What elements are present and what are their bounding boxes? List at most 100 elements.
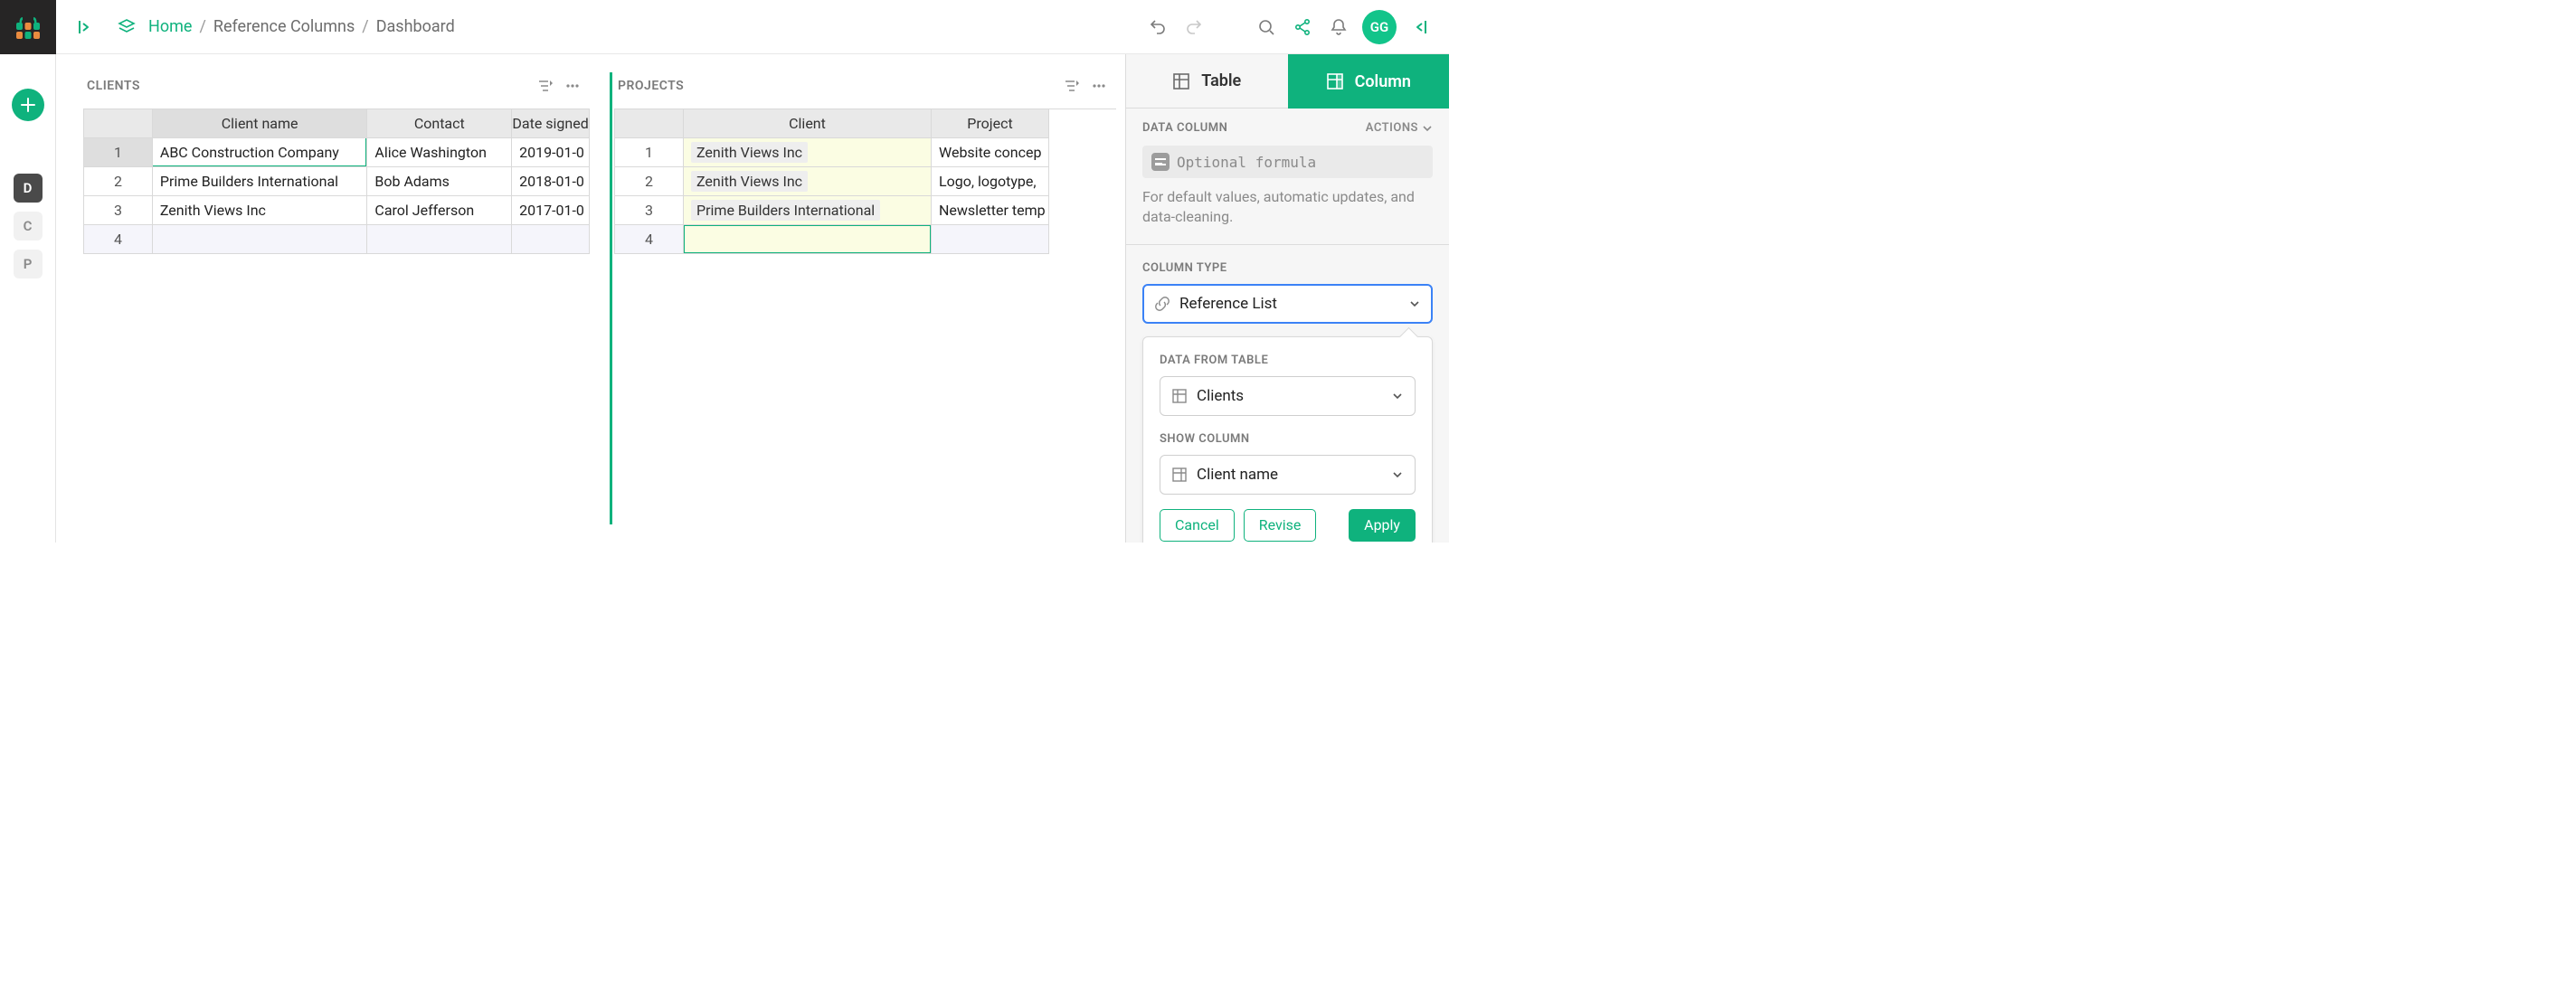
section-label: SHOW COLUMN xyxy=(1160,432,1416,446)
formula-placeholder: Optional formula xyxy=(1177,154,1316,171)
breadcrumb-sep: / xyxy=(199,17,205,36)
row-header-corner[interactable] xyxy=(84,109,153,138)
cell[interactable]: 2019-01-0 xyxy=(512,138,590,167)
panel-collapse-left-icon[interactable] xyxy=(1402,9,1438,45)
cell[interactable]: 2018-01-0 xyxy=(512,167,590,196)
app-logo xyxy=(0,0,56,54)
cell[interactable] xyxy=(367,225,512,254)
row-number[interactable]: 3 xyxy=(84,196,153,225)
sidebar-item-d[interactable]: D xyxy=(14,174,43,203)
revise-button[interactable]: Revise xyxy=(1244,509,1317,542)
column-header[interactable]: Client name xyxy=(153,109,368,138)
reference-chip[interactable]: Prime Builders International xyxy=(691,200,880,221)
search-icon[interactable] xyxy=(1248,9,1284,45)
section-label: DATA COLUMN xyxy=(1142,121,1227,135)
actions-dropdown[interactable]: ACTIONS xyxy=(1366,121,1433,135)
column-header[interactable]: Date signed xyxy=(512,109,590,138)
reference-chip[interactable]: Zenith Views Inc xyxy=(691,171,808,192)
show-column-select[interactable]: Client name xyxy=(1160,455,1416,495)
cell[interactable]: Logo, logotype, xyxy=(932,167,1049,196)
clients-grid[interactable]: Client name Contact Date signed 1 ABC Co… xyxy=(83,109,590,254)
tab-label: Table xyxy=(1201,71,1241,90)
breadcrumb-seg-2[interactable]: Dashboard xyxy=(376,17,455,36)
tab-label: Column xyxy=(1355,72,1411,91)
cell[interactable]: Newsletter temp xyxy=(932,196,1049,225)
table-icon xyxy=(1171,388,1188,404)
breadcrumb-home[interactable]: Home xyxy=(148,17,192,36)
link-icon xyxy=(1154,296,1170,312)
filter-icon[interactable] xyxy=(1058,72,1085,99)
share-icon[interactable] xyxy=(1284,9,1321,45)
cancel-button[interactable]: Cancel xyxy=(1160,509,1235,542)
sidebar: D C P xyxy=(0,0,56,543)
row-number[interactable]: 4 xyxy=(84,225,153,254)
projects-grid[interactable]: Client Project 1 Zenith Views Inc Websit… xyxy=(614,109,1116,254)
filter-icon[interactable] xyxy=(532,72,559,99)
column-header[interactable]: Project xyxy=(932,109,1049,138)
breadcrumb: Home / Reference Columns / Dashboard xyxy=(148,17,455,36)
cell[interactable]: 2017-01-0 xyxy=(512,196,590,225)
chevron-down-icon xyxy=(1391,468,1404,481)
apply-button[interactable]: Apply xyxy=(1349,509,1416,542)
cell[interactable] xyxy=(932,225,1049,254)
cell[interactable]: Zenith Views Inc xyxy=(684,167,932,196)
cell[interactable]: Zenith Views Inc xyxy=(153,196,368,225)
cell[interactable] xyxy=(153,225,368,254)
row-header-corner[interactable] xyxy=(615,109,684,138)
help-text: For default values, automatic updates, a… xyxy=(1142,187,1433,228)
column-icon xyxy=(1171,467,1188,483)
sidebar-item-p[interactable]: P xyxy=(14,250,43,278)
table-panel-clients: CLIENTS Client name Contact Date signed xyxy=(83,72,590,524)
column-header[interactable]: Client xyxy=(684,109,932,138)
add-button[interactable] xyxy=(12,89,44,121)
formula-input[interactable]: Optional formula xyxy=(1142,146,1433,178)
column-type-popover: DATA FROM TABLE Clients SHOW COLUMN xyxy=(1142,336,1433,543)
right-panel: Table Column DATA COLUMN ACTIONS xyxy=(1125,54,1449,543)
row-number[interactable]: 2 xyxy=(84,167,153,196)
cell-active[interactable] xyxy=(684,225,932,254)
cell[interactable]: Website concep xyxy=(932,138,1049,167)
more-icon[interactable] xyxy=(559,72,586,99)
sidebar-item-c[interactable]: C xyxy=(14,212,43,241)
cell[interactable]: Prime Builders International xyxy=(153,167,368,196)
tables-area: CLIENTS Client name Contact Date signed xyxy=(56,54,1125,543)
panel-title: PROJECTS xyxy=(618,79,684,93)
bell-icon[interactable] xyxy=(1321,9,1357,45)
table-grid-icon xyxy=(1172,72,1190,90)
select-value: Clients xyxy=(1197,387,1382,405)
chevron-down-icon xyxy=(1408,297,1421,310)
row-number[interactable]: 1 xyxy=(84,138,153,167)
cell[interactable]: Prime Builders International xyxy=(684,196,932,225)
logo-icon xyxy=(14,14,42,41)
cell[interactable]: Carol Jefferson xyxy=(367,196,512,225)
data-from-table-select[interactable]: Clients xyxy=(1160,376,1416,416)
topbar: Home / Reference Columns / Dashboard GG xyxy=(56,0,1449,54)
redo-icon xyxy=(1176,9,1212,45)
cell[interactable]: Bob Adams xyxy=(367,167,512,196)
panel-title: CLIENTS xyxy=(87,79,140,93)
avatar[interactable]: GG xyxy=(1362,10,1397,44)
panel-expand-right-icon[interactable] xyxy=(67,9,103,45)
cell[interactable]: Zenith Views Inc xyxy=(684,138,932,167)
formula-icon xyxy=(1151,153,1170,171)
column-type-select[interactable]: Reference List xyxy=(1142,284,1433,324)
row-number[interactable]: 2 xyxy=(615,167,684,196)
column-grid-icon xyxy=(1326,72,1344,90)
row-number[interactable]: 4 xyxy=(615,225,684,254)
cell[interactable] xyxy=(512,225,590,254)
tab-table[interactable]: Table xyxy=(1126,54,1288,109)
breadcrumb-seg-1[interactable]: Reference Columns xyxy=(213,17,355,36)
layers-icon[interactable] xyxy=(109,9,145,45)
chevron-down-icon xyxy=(1391,390,1404,402)
more-icon[interactable] xyxy=(1085,72,1113,99)
undo-icon[interactable] xyxy=(1140,9,1176,45)
reference-chip[interactable]: Zenith Views Inc xyxy=(691,142,808,163)
select-value: Reference List xyxy=(1179,295,1399,313)
row-number[interactable]: 3 xyxy=(615,196,684,225)
cell[interactable]: ABC Construction Company xyxy=(153,138,368,167)
cell[interactable]: Alice Washington xyxy=(367,138,512,167)
column-header[interactable]: Contact xyxy=(367,109,512,138)
select-value: Client name xyxy=(1197,466,1382,484)
tab-column[interactable]: Column xyxy=(1288,54,1450,109)
row-number[interactable]: 1 xyxy=(615,138,684,167)
